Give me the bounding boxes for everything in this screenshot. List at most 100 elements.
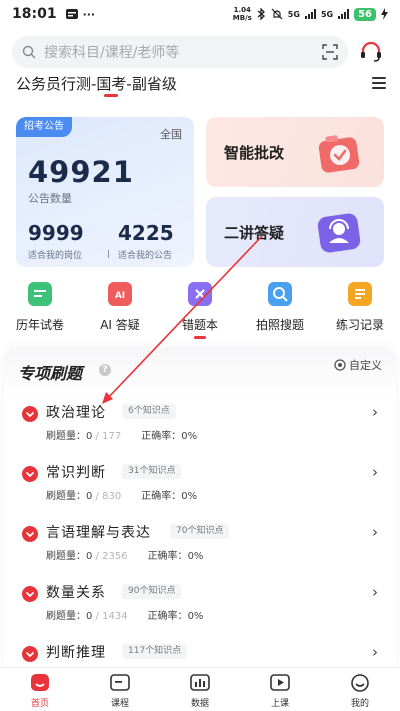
- expand-toggle-icon[interactable]: [22, 406, 38, 422]
- chevron-right-icon[interactable]: ›: [372, 523, 378, 541]
- stats-region: 全国: [160, 128, 182, 141]
- count-label: 刷题量：: [46, 491, 86, 502]
- nav-profile[interactable]: 我的: [330, 673, 390, 709]
- search-icon: [22, 45, 36, 59]
- accuracy-value: 0%: [187, 611, 204, 622]
- recruitment-stats-card[interactable]: 招考公告 全国 49921 公告数量 9999 4225 适合我的岗位 适合我的…: [16, 117, 194, 267]
- matching-positions-label: 适合我的岗位: [28, 251, 83, 261]
- topic-row[interactable]: 言语理解与表达 70个知识点 › 刷题量：0 / 2356 正确率：0%: [16, 521, 384, 571]
- knowledge-points-tag: 6个知识点: [122, 404, 176, 419]
- home-icon: [29, 673, 51, 693]
- quick-nav: 历年试卷 AI AI 答疑 错题本 拍照搜题 练习记录: [0, 282, 400, 342]
- count-separator: /: [92, 611, 103, 622]
- topic-row[interactable]: 政治理论 6个知识点 › 刷题量：0 / 177 正确率：0%: [16, 401, 384, 451]
- network-speed: 1.04 MB/s: [233, 6, 252, 22]
- bottom-nav: 首页 课程 数据 上课 我的: [0, 667, 400, 711]
- qa-card[interactable]: 二讲答疑: [206, 197, 384, 267]
- camera-search-icon: [268, 282, 292, 306]
- nav-course[interactable]: 课程: [90, 673, 150, 709]
- matching-announcements-label: 适合我的公告: [118, 251, 173, 261]
- smart-correction-label: 智能批改: [224, 144, 285, 162]
- expand-toggle-icon[interactable]: [22, 466, 38, 482]
- status-right: 1.04 MB/s 5G 5G 56: [233, 6, 388, 22]
- signal-label-2: 5G: [320, 9, 334, 19]
- exam-selector[interactable]: 公务员行测-国考-副省级: [16, 72, 386, 97]
- ai-icon: AI: [108, 282, 132, 306]
- nav-label: 上课: [270, 699, 289, 709]
- speed-unit: MB/s: [232, 14, 252, 22]
- battery-level: 56: [354, 7, 376, 21]
- count-separator: /: [92, 431, 103, 442]
- topic-row[interactable]: 数量关系 90个知识点 › 刷题量：0 / 1434 正确率：0%: [16, 581, 384, 631]
- customer-service-icon[interactable]: [358, 39, 384, 65]
- mute-icon: [271, 8, 283, 20]
- svg-text:AI: AI: [115, 291, 125, 301]
- count-label: 刷题量：: [46, 611, 86, 622]
- quick-nav-ai-qa[interactable]: AI AI 答疑: [85, 282, 155, 333]
- topic-name: 言语理解与表达: [46, 525, 151, 541]
- panel-title: 专项刷题: [18, 364, 83, 383]
- total-count: 177: [102, 431, 122, 442]
- status-bar: 18:01 ··· 1.04 MB/s 5G 5G 56: [0, 0, 400, 28]
- nav-label: 我的: [350, 699, 369, 709]
- quick-nav-wrong-book[interactable]: 错题本: [165, 282, 235, 339]
- announcement-count-label: 公告数量: [28, 192, 72, 205]
- knowledge-points-tag: 90个知识点: [122, 584, 182, 599]
- chevron-right-icon[interactable]: ›: [372, 643, 378, 661]
- count-label: 刷题量：: [46, 551, 86, 562]
- quick-nav-label: AI 答疑: [100, 318, 140, 332]
- chevron-right-icon[interactable]: ›: [372, 463, 378, 481]
- topic-stats: 刷题量：0 / 2356 正确率：0%: [46, 547, 203, 562]
- smart-correction-card[interactable]: 智能批改: [206, 117, 384, 187]
- knowledge-points-tag: 31个知识点: [122, 464, 182, 479]
- topic-name: 判断推理: [46, 645, 106, 661]
- exam-title-underline: [104, 94, 118, 97]
- charging-icon: [381, 8, 388, 20]
- topic-practice-panel: 专项刷题 ? 自定义 政治理论 6个知识点 › 刷题量：0 / 177 正确率：0…: [4, 348, 396, 678]
- stats-divider: [108, 250, 109, 258]
- record-icon: [348, 282, 372, 306]
- nav-home[interactable]: 首页: [10, 673, 70, 709]
- menu-icon[interactable]: [372, 77, 386, 89]
- accuracy-value: 0%: [181, 431, 198, 442]
- knowledge-points-tag: 70个知识点: [170, 524, 230, 539]
- nav-data[interactable]: 数据: [170, 673, 230, 709]
- chevron-right-icon[interactable]: ›: [372, 403, 378, 421]
- more-dots-icon: ···: [82, 7, 96, 21]
- nav-class[interactable]: 上课: [250, 673, 310, 709]
- accuracy-value: 0%: [187, 551, 204, 562]
- matching-announcements-count: 4225: [118, 221, 174, 245]
- topic-name: 数量关系: [46, 585, 106, 601]
- quick-nav-label: 错题本: [181, 318, 218, 332]
- total-count: 830: [102, 491, 122, 502]
- help-icon[interactable]: ?: [99, 364, 111, 376]
- chevron-right-icon[interactable]: ›: [372, 583, 378, 601]
- accuracy-label: 正确率：: [141, 491, 182, 502]
- scan-icon[interactable]: [322, 44, 338, 60]
- search-input[interactable]: 搜索科目/课程/老师等: [12, 36, 348, 68]
- wrong-book-icon: [188, 282, 212, 306]
- quick-nav-practice-record[interactable]: 练习记录: [325, 282, 395, 333]
- nav-label: 首页: [30, 699, 49, 709]
- notification-icon: [65, 9, 78, 19]
- quick-nav-past-papers[interactable]: 历年试卷: [5, 282, 75, 333]
- customize-button[interactable]: 自定义: [334, 356, 382, 374]
- total-count: 1434: [102, 611, 128, 622]
- quick-nav-photo-search[interactable]: 拍照搜题: [245, 282, 315, 333]
- bluetooth-icon: [257, 8, 265, 20]
- expand-toggle-icon[interactable]: [22, 526, 38, 542]
- expand-toggle-icon[interactable]: [22, 646, 38, 662]
- customize-label: 自定义: [349, 359, 382, 372]
- announcement-count: 49921: [28, 155, 134, 189]
- class-icon: [269, 673, 291, 693]
- search-row: 搜索科目/课程/老师等: [12, 36, 388, 68]
- topic-stats: 刷题量：0 / 1434 正确率：0%: [46, 607, 203, 622]
- topic-stats: 刷题量：0 / 830 正确率：0%: [46, 487, 197, 502]
- expand-toggle-icon[interactable]: [22, 586, 38, 602]
- matching-positions-count: 9999: [28, 221, 84, 245]
- exam-paper-icon: [28, 282, 52, 306]
- topic-row[interactable]: 常识判断 31个知识点 › 刷题量：0 / 830 正确率：0%: [16, 461, 384, 511]
- nav-label: 数据: [190, 699, 209, 709]
- speed-value: 1.04: [233, 6, 251, 14]
- count-separator: /: [92, 551, 103, 562]
